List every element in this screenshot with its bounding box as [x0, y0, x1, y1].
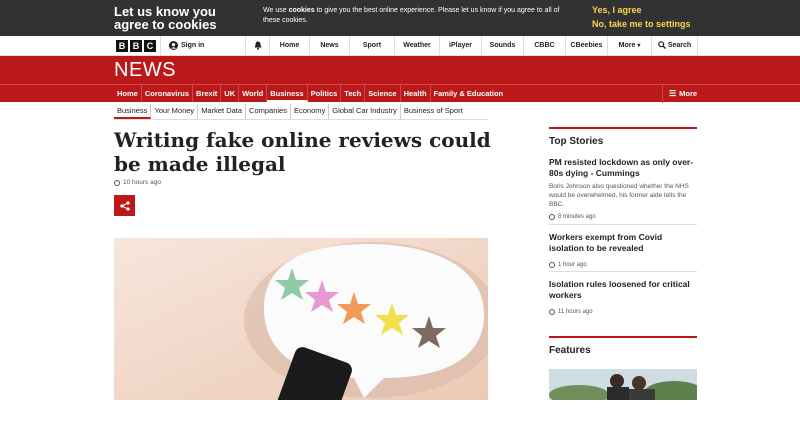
subnav-market-data[interactable]: Market Data: [198, 104, 247, 119]
subnav-companies[interactable]: Companies: [246, 104, 291, 119]
section-more-button[interactable]: ☰ More: [662, 85, 697, 103]
top-stories-rule: [549, 127, 697, 129]
features-title: Features: [549, 345, 591, 356]
story-time: 8 minutes ago: [549, 214, 699, 220]
feature-photo: [549, 369, 697, 400]
bell-icon: [254, 41, 261, 50]
section-nav: Home Coronavirus Brexit UK World Busines…: [0, 84, 800, 103]
section-family-education[interactable]: Family & Education: [431, 85, 507, 102]
share-icon: [119, 200, 130, 211]
clock-icon: [549, 309, 555, 315]
section-politics[interactable]: Politics: [308, 85, 342, 102]
story-headline[interactable]: PM resisted lockdown as only over-80s dy…: [549, 157, 699, 179]
news-logo[interactable]: NEWS: [114, 59, 176, 82]
user-icon: [169, 40, 178, 50]
story-divider: [549, 271, 697, 272]
section-brexit[interactable]: Brexit: [193, 85, 222, 102]
top-stories-title: Top Stories: [549, 136, 604, 147]
story-summary: Boris Johnson also questioned whether th…: [549, 183, 689, 208]
notifications-button[interactable]: [245, 36, 269, 56]
bbc-top-nav: B B C Sign in Home News Sport Weather iP…: [0, 36, 800, 56]
clock-icon: [114, 179, 120, 186]
article-timestamp: 10 hours ago: [114, 179, 161, 186]
search-icon: [658, 41, 666, 50]
subnav-business-of-sport[interactable]: Business of Sport: [401, 104, 466, 119]
section-business[interactable]: Business: [267, 85, 308, 102]
subnav-your-money[interactable]: Your Money: [151, 104, 199, 119]
section-tech[interactable]: Tech: [341, 85, 366, 102]
section-science[interactable]: Science: [365, 85, 401, 102]
subnav-economy[interactable]: Economy: [291, 104, 330, 119]
nav-cbbc[interactable]: CBBC: [523, 36, 565, 56]
section-health[interactable]: Health: [401, 85, 431, 102]
nav-sport[interactable]: Sport: [349, 36, 394, 56]
search-button[interactable]: Search: [651, 36, 698, 56]
section-uk[interactable]: UK: [221, 85, 240, 102]
menu-icon: ☰: [669, 89, 677, 98]
subnav-global-car-industry[interactable]: Global Car Industry: [329, 104, 401, 119]
cookie-banner: Let us know you agree to cookies We use …: [0, 0, 800, 36]
share-button[interactable]: [114, 195, 135, 216]
cookie-title: Let us know you agree to cookies: [114, 4, 217, 32]
section-world[interactable]: World: [239, 85, 268, 102]
article-headline: Writing fake online reviews could be mad…: [114, 128, 491, 176]
article-hero-image: [114, 238, 488, 400]
clock-icon: [549, 262, 555, 268]
top-story-item[interactable]: PM resisted lockdown as only over-80s dy…: [549, 157, 699, 220]
nav-home[interactable]: Home: [269, 36, 309, 56]
chevron-down-icon: ▾: [637, 43, 641, 49]
cookie-settings-button[interactable]: No, take me to settings: [592, 19, 691, 29]
features-rule: [549, 336, 697, 338]
story-headline[interactable]: Workers exempt from Covid isolation to b…: [549, 232, 699, 254]
feature-image[interactable]: [549, 369, 697, 400]
business-subnav: Business Your Money Market Data Companie…: [114, 104, 466, 119]
bbc-logo[interactable]: B B C: [116, 40, 156, 52]
story-divider: [549, 224, 697, 225]
cookie-agree-button[interactable]: Yes, I agree: [592, 5, 642, 15]
story-headline[interactable]: Isolation rules loosened for critical wo…: [549, 279, 699, 301]
cookie-message: We use cookies to give you the best onli…: [263, 7, 560, 24]
story-time: 1 hour ago: [549, 262, 699, 268]
nav-iplayer[interactable]: iPlayer: [439, 36, 481, 56]
nav-more[interactable]: More ▾: [607, 36, 651, 56]
nav-news[interactable]: News: [309, 36, 349, 56]
top-story-item[interactable]: Isolation rules loosened for critical wo…: [549, 279, 699, 315]
news-masthead: NEWS: [0, 56, 800, 84]
top-story-item[interactable]: Workers exempt from Covid isolation to b…: [549, 232, 699, 268]
nav-cbeebies[interactable]: CBeebies: [565, 36, 607, 56]
nav-weather[interactable]: Weather: [394, 36, 439, 56]
nav-sounds[interactable]: Sounds: [481, 36, 523, 56]
speech-bubble-stars-illustration: [114, 238, 488, 400]
section-home[interactable]: Home: [114, 85, 142, 102]
story-time: 11 hours ago: [549, 309, 699, 315]
clock-icon: [549, 214, 555, 220]
subnav-business[interactable]: Business: [114, 104, 152, 119]
section-coronavirus[interactable]: Coronavirus: [142, 85, 194, 102]
sign-in-link[interactable]: Sign in: [160, 36, 245, 56]
subnav-divider: [114, 119, 488, 120]
